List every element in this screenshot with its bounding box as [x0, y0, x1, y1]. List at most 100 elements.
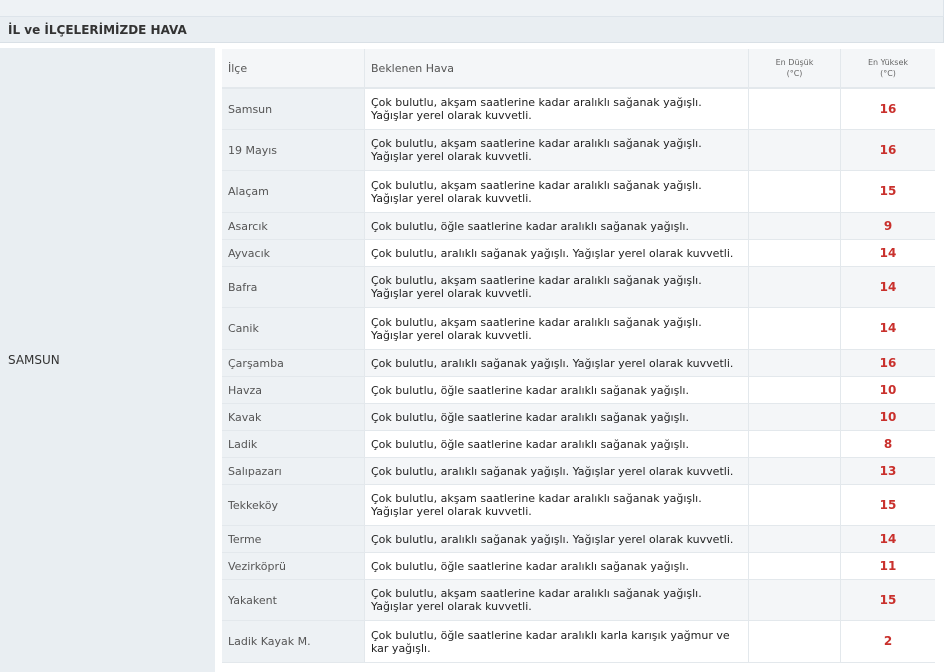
- max-temp-cell: 14: [841, 267, 935, 307]
- header-max-temp: En Yüksek (°C): [841, 49, 935, 87]
- district-cell: Havza: [222, 377, 365, 403]
- forecast-cell: Çok bulutlu, akşam saatlerine kadar aral…: [365, 89, 749, 129]
- forecast-table: İlçe Beklenen Hava En Düşük (°C) En Yüks…: [222, 49, 935, 663]
- header-max-unit: (°C): [880, 69, 896, 78]
- min-temp-cell: [749, 130, 841, 170]
- forecast-cell: Çok bulutlu, öğle saatlerine kadar aralı…: [365, 213, 749, 239]
- max-temp-cell: 14: [879, 245, 897, 260]
- forecast-cell: Çok bulutlu, öğle saatlerine kadar aralı…: [365, 553, 749, 579]
- district-cell: Terme: [222, 526, 365, 552]
- min-temp-cell: [749, 526, 841, 552]
- max-temp-cell: 2: [883, 634, 893, 648]
- district-cell: Yakakent: [222, 580, 365, 620]
- district-cell: Samsun: [222, 89, 365, 129]
- table-row: Canik Çok bulutlu, akşam saatlerine kadar…: [222, 308, 935, 350]
- header-min-label: En Düşük: [775, 58, 814, 67]
- max-temp-cell: 16: [879, 101, 897, 116]
- table-row: Terme Çok bulutlu, aralıklı sağanak yağış…: [222, 526, 935, 553]
- province-cell: SAMSUN: [0, 48, 215, 672]
- header-forecast: Beklenen Hava: [365, 49, 749, 87]
- min-temp-cell: [749, 89, 841, 129]
- max-temp-cell: 16: [841, 130, 935, 170]
- max-temp-cell: 13: [841, 458, 935, 484]
- section-title: İL ve İLÇELERİMİZDE HAVA: [8, 23, 187, 37]
- table-row: Salıpazarı Çok bulutlu, aralıklı sağanak …: [222, 458, 935, 485]
- table-row: Kavak Çok bulutlu, öğle saatlerine kadar …: [222, 404, 935, 431]
- max-temp-cell: 10: [879, 382, 897, 397]
- forecast-cell: Çok bulutlu, aralıklı sağanak yağışlı. Y…: [365, 526, 749, 552]
- province-name: SAMSUN: [8, 353, 60, 367]
- district-cell: Tekkeköy: [222, 485, 365, 525]
- min-temp-cell: [749, 580, 841, 620]
- min-temp-cell: [749, 431, 841, 457]
- min-temp-cell: [749, 377, 841, 403]
- district-cell: Canik: [222, 308, 365, 349]
- forecast-cell: Çok bulutlu, öğle saatlerine kadar aralı…: [365, 431, 749, 457]
- min-temp-cell: [749, 485, 841, 525]
- table-row: Alaçam Çok bulutlu, akşam saatlerine kada…: [222, 171, 935, 213]
- max-temp-cell: 11: [879, 558, 897, 573]
- table-row: Havza Çok bulutlu, öğle saatlerine kadar …: [222, 377, 935, 404]
- header-min-unit: (°C): [786, 69, 803, 78]
- forecast-cell: Çok bulutlu, aralıklı sağanak yağışlı. Y…: [365, 240, 749, 266]
- district-cell: Çarşamba: [222, 350, 365, 376]
- min-temp-cell: [749, 350, 841, 376]
- min-temp-cell: [749, 553, 841, 579]
- forecast-cell: Çok bulutlu, öğle saatlerine kadar aralı…: [365, 404, 749, 430]
- max-temp-cell: 15: [879, 497, 897, 512]
- forecast-cell: Çok bulutlu, aralıklı sağanak yağışlı. Y…: [365, 458, 749, 484]
- table-row: Ayvacık Çok bulutlu, aralıklı sağanak yağ…: [222, 240, 935, 267]
- district-cell: Asarcık: [222, 213, 365, 239]
- district-cell: Ayvacık: [222, 240, 365, 266]
- max-temp-cell: 10: [841, 404, 935, 430]
- table-row: Ladik Çok bulutlu, öğle saatlerine kadar …: [222, 431, 935, 458]
- min-temp-cell: [749, 308, 841, 349]
- forecast-cell: Çok bulutlu, akşam saatlerine kadar aral…: [365, 130, 749, 170]
- max-temp-cell: 14: [879, 321, 897, 335]
- table-header-row: İlçe Beklenen Hava En Düşük (°C) En Yüks…: [222, 49, 935, 89]
- table-row: 19 Mayıs Çok bulutlu, akşam saatlerine ka…: [222, 130, 935, 171]
- table-row: Vezirköprü Çok bulutlu, öğle saatlerine k…: [222, 553, 935, 580]
- header-min-temp: En Düşük (°C): [749, 49, 841, 87]
- table-row: Tekkeköy Çok bulutlu, akşam saatlerine ka…: [222, 485, 935, 526]
- district-cell: Bafra: [222, 267, 365, 307]
- forecast-cell: Çok bulutlu, akşam saatlerine kadar aral…: [365, 485, 749, 525]
- header-district: İlçe: [222, 49, 365, 87]
- district-cell: Salıpazarı: [222, 458, 365, 484]
- forecast-cell: Çok bulutlu, öğle saatlerine kadar aralı…: [365, 621, 749, 662]
- district-cell: Vezirköprü: [222, 553, 365, 579]
- top-bar: [0, 0, 944, 17]
- min-temp-cell: [749, 213, 841, 239]
- min-temp-cell: [749, 458, 841, 484]
- district-cell: 19 Mayıs: [222, 130, 365, 170]
- max-temp-cell: 15: [879, 184, 897, 198]
- table-row: Bafra Çok bulutlu, akşam saatlerine kadar…: [222, 267, 935, 308]
- table-row: Ladik Kayak M. Çok bulutlu, öğle saatleri…: [222, 621, 935, 663]
- table-row: Çarşamba Çok bulutlu, aralıklı sağanak ya…: [222, 350, 935, 377]
- header-max-label: En Yüksek: [867, 58, 909, 67]
- forecast-cell: Çok bulutlu, akşam saatlerine kadar aral…: [365, 580, 749, 620]
- max-temp-cell: 16: [841, 350, 935, 376]
- max-temp-cell: 8: [883, 436, 893, 451]
- min-temp-cell: [749, 404, 841, 430]
- forecast-cell: Çok bulutlu, öğle saatlerine kadar aralı…: [365, 377, 749, 403]
- district-cell: Kavak: [222, 404, 365, 430]
- forecast-cell: Çok bulutlu, aralıklı sağanak yağışlı. Y…: [365, 350, 749, 376]
- table-row: Asarcık Çok bulutlu, öğle saatlerine kada…: [222, 213, 935, 240]
- forecast-cell: Çok bulutlu, akşam saatlerine kadar aral…: [365, 267, 749, 307]
- min-temp-cell: [749, 621, 841, 662]
- district-cell: Ladik: [222, 431, 365, 457]
- min-temp-cell: [749, 171, 841, 212]
- forecast-cell: Çok bulutlu, akşam saatlerine kadar aral…: [365, 308, 749, 349]
- table-row: Yakakent Çok bulutlu, akşam saatlerine ka…: [222, 580, 935, 621]
- min-temp-cell: [749, 240, 841, 266]
- table-row: Samsun Çok bulutlu, akşam saatlerine kada…: [222, 89, 935, 130]
- max-temp-cell: 14: [841, 526, 935, 552]
- district-cell: Alaçam: [222, 171, 365, 212]
- max-temp-cell: 15: [841, 580, 935, 620]
- section-header: İL ve İLÇELERİMİZDE HAVA: [0, 17, 944, 43]
- district-cell: Ladik Kayak M.: [222, 621, 365, 662]
- max-temp-cell: 9: [841, 213, 935, 239]
- min-temp-cell: [749, 267, 841, 307]
- forecast-cell: Çok bulutlu, akşam saatlerine kadar aral…: [365, 171, 749, 212]
